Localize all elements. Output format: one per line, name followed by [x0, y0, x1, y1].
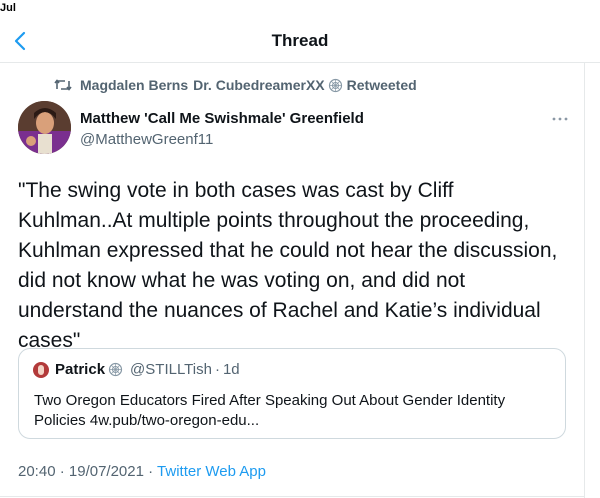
- profile-photo-icon: [18, 101, 71, 154]
- more-options-button[interactable]: [551, 112, 569, 126]
- more-dots-icon: [552, 117, 568, 121]
- retweet-context[interactable]: Magdalen Berns Dr. CubedreamerXX Retweet…: [54, 75, 417, 95]
- retweeter-name-1: Magdalen Berns: [80, 77, 189, 93]
- quoted-tweet-text: Two Oregon Educators Fired After Speakin…: [34, 392, 506, 429]
- avatar[interactable]: [18, 101, 71, 154]
- quoted-author-name: Patrick: [55, 361, 106, 378]
- tweet-text: "The swing vote in both cases was cast b…: [18, 179, 558, 352]
- separator-dot: ·: [59, 463, 69, 480]
- retweeted-label: Retweeted: [346, 77, 417, 93]
- nav-bar: Thread: [0, 18, 600, 63]
- divider: [0, 496, 585, 497]
- tweet-time: 20:40: [18, 463, 56, 480]
- badge-icon: [328, 78, 342, 92]
- status-bar-time: Jul: [0, 2, 16, 14]
- source-app-link[interactable]: Twitter Web App: [157, 463, 266, 480]
- quoted-tweet-age: 1d: [222, 361, 240, 378]
- author-name[interactable]: Matthew 'Call Me Swishmale' Greenfield: [80, 110, 364, 127]
- quoted-tweet-header: Patrick @STILLTish · 1d: [33, 361, 240, 378]
- separator-dot: ·: [148, 463, 158, 480]
- quoted-tweet-card[interactable]: Patrick @STILLTish · 1d Two Oregon Educa…: [18, 348, 566, 439]
- quoted-author-handle: @STILLTish: [130, 361, 212, 378]
- retweet-icon: [54, 79, 72, 91]
- author-handle[interactable]: @MatthewGreenf11: [80, 131, 213, 148]
- tweet-meta: 20:40 · 19/07/2021 · Twitter Web App: [18, 463, 266, 480]
- separator-dot: ·: [214, 361, 220, 378]
- quoted-avatar: [33, 361, 49, 378]
- tweet-date: 19/07/2021: [68, 463, 144, 480]
- column-divider: [584, 62, 585, 498]
- badge-icon: [108, 362, 123, 377]
- retweeter-name-2: Dr. CubedreamerXX: [193, 77, 325, 93]
- page-title: Thread: [271, 31, 329, 50]
